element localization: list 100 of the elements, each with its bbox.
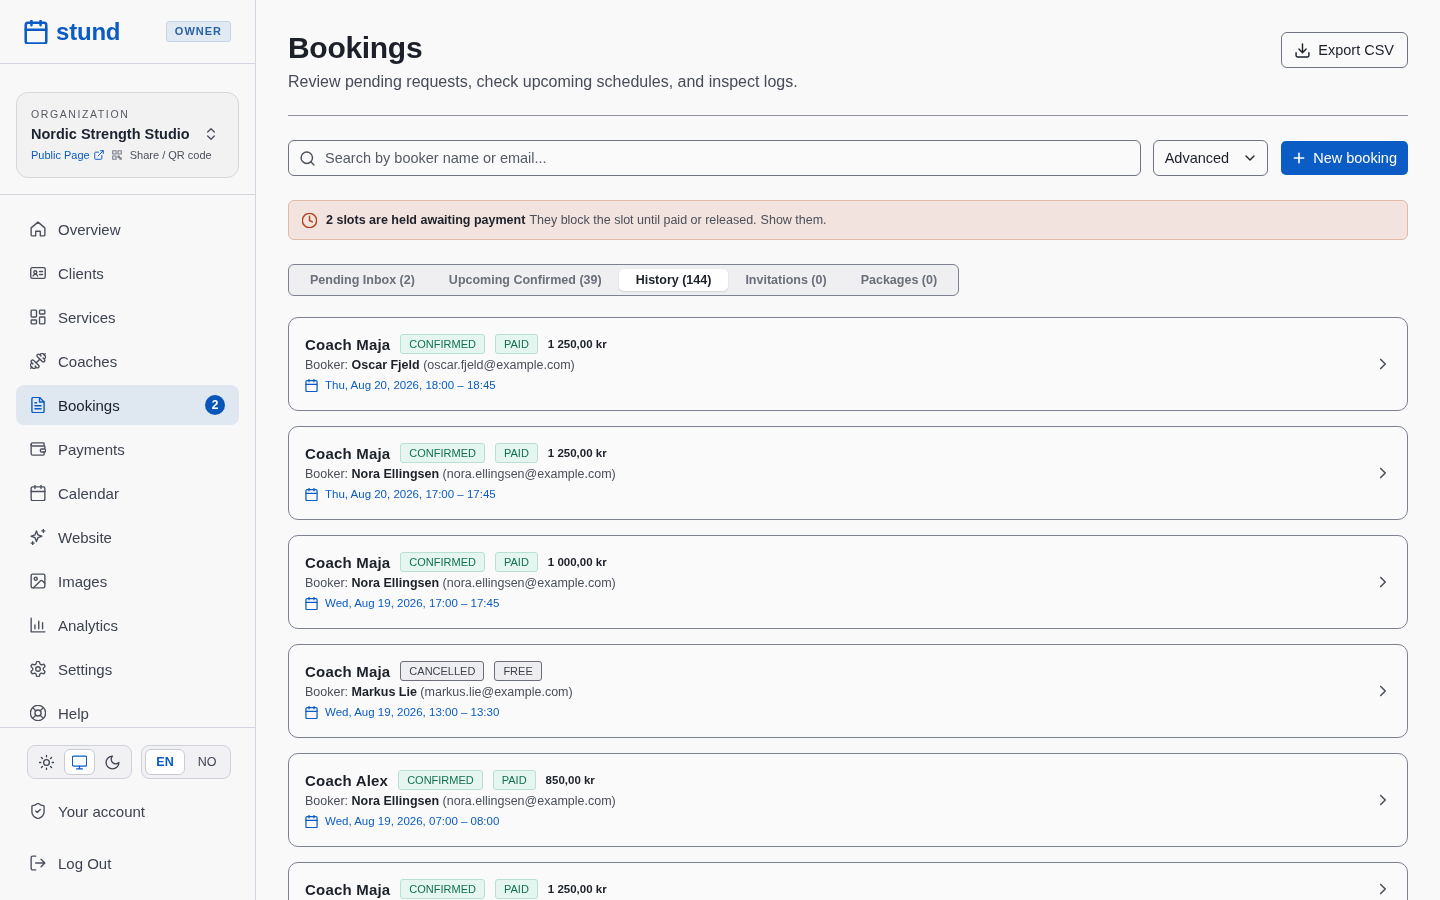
tab[interactable]: Upcoming Confirmed (39) [431, 269, 619, 291]
alert-message: They block the slot until paid or released. [529, 213, 757, 227]
booking-card[interactable]: Coach Maja CONFIRMED PAID 1 250,00 kr [288, 862, 1408, 900]
chevrons-up-down-icon[interactable] [204, 127, 218, 141]
sparkles-icon [30, 529, 46, 545]
coach-name: Coach Maja [305, 880, 391, 898]
grid-icon [30, 309, 46, 325]
coach-name: Coach Maja [305, 335, 391, 353]
booking-time: Thu, Aug 20, 2026, 17:00 – 17:45 [325, 488, 496, 500]
nav-item[interactable]: Coaches [16, 341, 239, 381]
status-badge: CANCELLED [400, 661, 485, 681]
tab[interactable]: Packages (0) [843, 269, 955, 291]
booker-text: Booker: Nora Ellingsen (nora.ellingsen@example.com) [305, 793, 617, 810]
tab[interactable]: History (144) [618, 269, 729, 291]
booking-time: Wed, Aug 19, 2026, 17:00 – 17:45 [325, 597, 500, 609]
nav-item[interactable]: Settings [16, 649, 239, 689]
booking-time: Wed, Aug 19, 2026, 07:00 – 08:00 [325, 815, 500, 827]
export-csv-button[interactable]: Export CSV [1281, 32, 1408, 68]
show-them-link[interactable]: Show them. [760, 213, 827, 227]
booker-text: Booker: Nora Ellingsen (nora.ellingsen@example.com) [305, 575, 617, 592]
calendar-icon [30, 485, 46, 501]
booking-time: Thu, Aug 20, 2026, 18:00 – 18:45 [325, 379, 496, 391]
settings-icon [30, 661, 46, 677]
calendar-icon [305, 487, 318, 501]
status-badge: CONFIRMED [400, 552, 485, 572]
search-icon [300, 151, 315, 166]
bar-chart-icon [30, 617, 46, 633]
price: 850,00 kr [545, 774, 595, 786]
external-link-icon [93, 150, 104, 160]
theme-option[interactable] [64, 749, 95, 775]
calendar-icon [305, 596, 318, 610]
document-icon [30, 397, 46, 413]
clock-icon [302, 212, 317, 228]
booking-card[interactable]: Coach Maja CONFIRMED PAID 1 250,00 kr Booker: Oscar Fjeld (oscar.fjeld@example.com) Thu, Aug 20, 2026, 18:00 – 18:45 [288, 317, 1408, 411]
download-icon [1295, 42, 1311, 58]
advanced-button[interactable]: Advanced [1152, 140, 1269, 176]
price: 1 250,00 kr [547, 447, 607, 459]
shield-check-icon [30, 803, 46, 819]
payment-badge: PAID [494, 552, 538, 572]
status-badge: CONFIRMED [400, 334, 485, 354]
booking-card[interactable]: Coach Maja CONFIRMED PAID 1 250,00 kr Booker: Nora Ellingsen (nora.ellingsen@example.com) Thu, Aug 20, 2026, 17:00 – 17:45 [288, 426, 1408, 520]
wallet-icon [30, 441, 46, 457]
language-option[interactable]: NO [187, 749, 227, 775]
calendar-icon [305, 378, 318, 392]
nav-item[interactable]: Payments [16, 429, 239, 469]
calendar-logo-icon [24, 19, 48, 44]
coach-name: Coach Maja [305, 662, 391, 680]
nav-item[interactable]: Services [16, 297, 239, 337]
account-link[interactable]: Log Out [16, 843, 239, 883]
logout-icon [30, 855, 46, 871]
calendar-icon [305, 705, 318, 719]
status-badge: CONFIRMED [400, 443, 485, 463]
nav-item[interactable]: Bookings 2 [16, 385, 239, 425]
nav-item[interactable]: Calendar [16, 473, 239, 513]
role-badge: OWNER [165, 21, 231, 42]
nav-item[interactable]: Website [16, 517, 239, 557]
monitor-icon [72, 754, 87, 770]
dumbbell-icon [30, 353, 46, 369]
account-link[interactable]: Your account [16, 791, 239, 831]
coach-name: Coach Maja [305, 553, 391, 571]
price: 1 000,00 kr [547, 556, 607, 568]
qr-code-icon [111, 150, 122, 160]
plus-icon [1292, 151, 1307, 165]
status-badge: CONFIRMED [398, 770, 483, 790]
organization-label: ORGANIZATION [31, 107, 130, 121]
image-icon [30, 573, 46, 589]
search-field[interactable]: Search by booker name or email... [288, 140, 1141, 176]
booker-text: Booker: Nora Ellingsen (nora.ellingsen@example.com) [305, 466, 617, 483]
home-icon [30, 221, 46, 237]
nav-item[interactable]: Help [16, 693, 239, 727]
booking-card[interactable]: Coach Alex CONFIRMED PAID 850,00 kr Booker: Nora Ellingsen (nora.ellingsen@example.com) Wed, Aug 19, 2026, 07:00 – 08:00 [288, 753, 1408, 847]
nav-item[interactable]: Analytics [16, 605, 239, 645]
tab[interactable]: Pending Inbox (2) [293, 269, 432, 291]
sun-icon [39, 754, 54, 770]
coach-name: Coach Alex [305, 771, 389, 789]
public-page-link[interactable]: Public Page [31, 149, 104, 161]
booking-time: Wed, Aug 19, 2026, 13:00 – 13:30 [325, 706, 500, 718]
price: 1 250,00 kr [547, 338, 607, 350]
payment-badge: FREE [494, 661, 542, 681]
lifebuoy-icon [30, 705, 46, 721]
status-badge: CONFIRMED [400, 879, 485, 899]
tab[interactable]: Invitations (0) [728, 269, 844, 291]
organization-name: Nordic Strength Studio [31, 125, 190, 144]
moon-icon [105, 754, 120, 770]
id-card-icon [30, 265, 46, 281]
nav-item[interactable]: Images [16, 561, 239, 601]
language-option[interactable]: EN [145, 749, 185, 775]
brand-name: stund [56, 18, 121, 45]
new-booking-button[interactable]: New booking [1281, 141, 1408, 175]
booker-text: Booker: Oscar Fjeld (oscar.fjeld@example.com) [305, 357, 576, 374]
share-link[interactable]: Share / QR code [129, 149, 212, 161]
payment-badge: PAID [494, 443, 538, 463]
calendar-icon [305, 814, 318, 828]
nav-item[interactable]: Overview [16, 209, 239, 249]
booking-card[interactable]: Coach Maja CANCELLED FREE Booker: Markus Lie (markus.lie@example.com) Wed, Aug 19, 2026, 13:00 – 13:30 [288, 644, 1408, 738]
booking-card[interactable]: Coach Maja CONFIRMED PAID 1 000,00 kr Booker: Nora Ellingsen (nora.ellingsen@example.com) Wed, Aug 19, 2026, 17:00 – 17:45 [288, 535, 1408, 629]
coach-name: Coach Maja [305, 444, 391, 462]
nav-item[interactable]: Clients [16, 253, 239, 293]
booker-text: Booker: Markus Lie (markus.lie@example.com) [305, 684, 574, 701]
payment-badge: PAID [494, 334, 538, 354]
